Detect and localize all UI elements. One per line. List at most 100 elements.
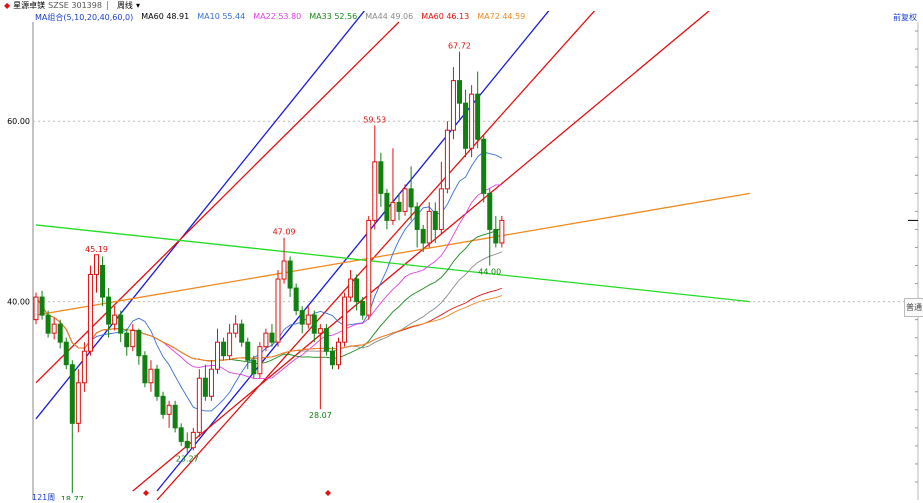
- candle-body: [450, 80, 456, 131]
- red-flag-icon: ◆: [4, 1, 11, 10]
- candle-body: [342, 296, 348, 343]
- price-chart[interactable]: 40.00 60.00 45.19 47.09 59.53 67.72 18.77 23.2…: [0, 0, 923, 500]
- ma-line: [35, 151, 503, 412]
- price-annotation: 47.09: [273, 228, 296, 237]
- ma-item: MA33 52.56: [309, 12, 358, 21]
- candle-body: [45, 314, 51, 334]
- candle-body: [499, 219, 505, 244]
- candle-body: [275, 278, 281, 343]
- chevron-down-icon: ▾: [135, 1, 140, 10]
- ma-item: MA10 55.44: [197, 12, 246, 21]
- candle-body: [287, 260, 293, 289]
- ma-line: [35, 251, 503, 362]
- candle-body: [414, 206, 420, 230]
- candle-body: [299, 310, 305, 325]
- candle-body: [196, 377, 202, 433]
- period-label: 周线: [116, 1, 133, 10]
- candle-body: [208, 368, 214, 397]
- candle-body: [118, 314, 124, 334]
- candle-body: [323, 328, 329, 352]
- candle-body: [396, 201, 402, 212]
- candle-body: [354, 278, 360, 303]
- candle-body: [160, 395, 166, 415]
- candle-body: [87, 274, 93, 352]
- candle-body: [184, 440, 190, 449]
- candle-body: [493, 228, 499, 244]
- price-annotation: 18.77: [61, 495, 84, 500]
- candle-body: [130, 329, 136, 348]
- normal-tab[interactable]: 普通: [904, 298, 923, 317]
- candle-body: [178, 427, 184, 442]
- candle-body: [487, 192, 493, 230]
- candle-body: [57, 323, 63, 343]
- y-tick-label: 40.00: [7, 298, 30, 307]
- candle-body: [33, 296, 39, 321]
- candle-body: [469, 93, 475, 149]
- price-annotation: 44.00: [478, 268, 501, 277]
- candle-body: [329, 350, 335, 366]
- candle-body: [81, 350, 87, 384]
- ma-item: MA44 49.06: [365, 12, 414, 21]
- candle-body: [239, 323, 245, 343]
- candle-body: [154, 368, 160, 397]
- stock-selector[interactable]: ◆ 星源卓镁 SZSE 301398: [4, 0, 102, 11]
- candle-body: [106, 296, 112, 325]
- candle-body: [408, 188, 414, 208]
- price-annotation: 67.72: [448, 42, 471, 51]
- candle-body: [360, 301, 366, 316]
- candle-body: [317, 328, 323, 334]
- price-annotation: 23.27: [176, 454, 199, 463]
- candle-body: [124, 332, 130, 348]
- candle-body: [94, 254, 99, 276]
- candle-body: [148, 368, 154, 384]
- stock-name: 星源卓镁: [13, 1, 46, 10]
- candle-body: [172, 404, 178, 429]
- candle-body: [378, 161, 384, 194]
- event-marker: [143, 490, 149, 496]
- candle-body: [420, 228, 426, 244]
- candle-body: [233, 323, 239, 334]
- candle-body: [457, 80, 462, 104]
- adjust-button[interactable]: 前复权: [893, 12, 917, 23]
- ma-legend: MA组合(5,10,20,40,60,0) MA60 48.91 MA10 55…: [35, 12, 525, 22]
- ma-line: [35, 287, 503, 362]
- candle-body: [463, 102, 469, 149]
- candle-body: [269, 332, 275, 343]
- ma-line: [35, 295, 502, 362]
- ma-item: MA60 48.91: [141, 12, 190, 21]
- candle-body: [251, 359, 257, 375]
- candle-body: [481, 138, 487, 194]
- price-annotation: 45.19: [85, 245, 108, 254]
- price-annotation: 59.53: [363, 115, 386, 124]
- candle-body: [166, 404, 172, 415]
- price-annotation: 28.07: [309, 411, 332, 420]
- candle-body: [372, 161, 378, 221]
- candle-body: [100, 265, 106, 298]
- candle-body: [227, 332, 233, 357]
- candle-body: [51, 323, 57, 334]
- candle-body: [75, 382, 81, 424]
- candle-body: [142, 355, 148, 384]
- y-tick-label: 60.00: [7, 117, 30, 126]
- candle-body: [390, 201, 396, 221]
- candle-body: [438, 188, 444, 230]
- candle-body: [384, 192, 390, 221]
- candle-body: [402, 188, 408, 212]
- candle-body: [112, 314, 118, 325]
- candle-body: [281, 260, 287, 280]
- candle-body: [475, 93, 481, 140]
- period-selector[interactable]: 周线 ▾: [117, 0, 140, 11]
- candle-body: [63, 341, 69, 366]
- candle-body: [426, 210, 432, 244]
- candle-body: [221, 341, 227, 357]
- candle-body: [348, 278, 354, 298]
- ma-item: MA22 53.80: [253, 12, 302, 21]
- candle-body: [257, 346, 263, 375]
- candle-body: [366, 219, 372, 316]
- ma-line: [35, 184, 502, 379]
- period-count-label: 121周: [32, 493, 56, 502]
- candle-body: [293, 287, 299, 312]
- ma-group-label[interactable]: MA组合(5,10,20,40,60,0): [35, 12, 133, 22]
- candle-body: [69, 364, 75, 424]
- candle-body: [444, 129, 450, 190]
